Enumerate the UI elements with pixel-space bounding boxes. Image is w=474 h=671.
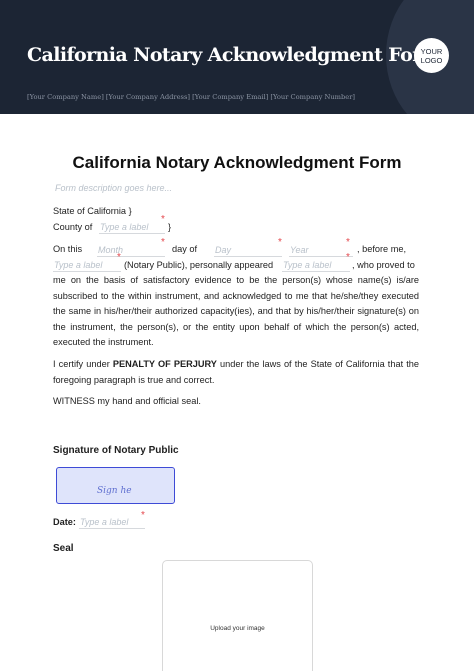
company-info: [Your Company Name] [Your Company Addres… <box>27 93 356 101</box>
required-marker: * <box>161 214 165 225</box>
person-name-field[interactable]: Type a label <box>282 259 350 272</box>
date-label: Date: <box>53 517 76 527</box>
sign-here-text: Sign he <box>97 486 132 496</box>
form-title: California Notary Acknowledgment Form <box>72 153 402 172</box>
notary-name-field[interactable]: Type a label <box>53 259 121 272</box>
witness-text: WITNESS my hand and official seal. <box>53 396 201 406</box>
certify-text-start: I certify under <box>53 359 113 369</box>
year-field[interactable]: Year <box>289 244 353 257</box>
county-bracket: } <box>168 222 172 232</box>
on-this-text: On this <box>53 244 83 254</box>
before-me-text: , before me, <box>357 244 407 254</box>
upload-label: Upload your image <box>210 625 265 632</box>
signature-pad[interactable]: Sign he <box>56 467 175 504</box>
required-marker: * <box>117 252 121 263</box>
seal-upload-area[interactable]: Upload your image <box>162 560 313 671</box>
company-logo: YOUR LOGO <box>414 38 449 73</box>
signature-heading: Signature of Notary Public <box>53 445 179 456</box>
penalty-of-perjury: PENALTY OF PERJURY <box>112 359 217 369</box>
notary-public-text: (Notary Public), personally appeared <box>124 260 274 270</box>
logo-line-1: YOUR <box>420 46 443 56</box>
month-field[interactable]: Month <box>97 244 165 257</box>
header-title: California Notary Acknowledgment Form <box>27 44 442 66</box>
date-field[interactable]: Type a label <box>79 516 145 529</box>
county-field[interactable]: Type a label <box>99 221 165 234</box>
required-marker: * <box>141 510 145 521</box>
who-proved-text: , who proved to <box>352 260 415 270</box>
form-description-field[interactable]: Form description goes here... <box>55 183 172 193</box>
certify-paragraph: I certify under PENALTY OF PERJURY under… <box>53 357 419 388</box>
required-marker: * <box>346 252 350 263</box>
logo-line-2: LOGO <box>420 55 443 65</box>
required-marker: * <box>346 237 350 248</box>
seal-heading: Seal <box>53 543 74 554</box>
state-line: State of California } <box>53 206 132 216</box>
required-marker: * <box>278 237 282 248</box>
day-of-text: day of <box>172 244 198 254</box>
day-field[interactable]: Day <box>214 244 282 257</box>
county-label: County of <box>53 222 93 232</box>
header-banner: California Notary Acknowledgment Form [Y… <box>0 0 474 114</box>
required-marker: * <box>161 237 165 248</box>
acknowledgment-paragraph: me on the basis of satisfactory evidence… <box>53 275 419 347</box>
